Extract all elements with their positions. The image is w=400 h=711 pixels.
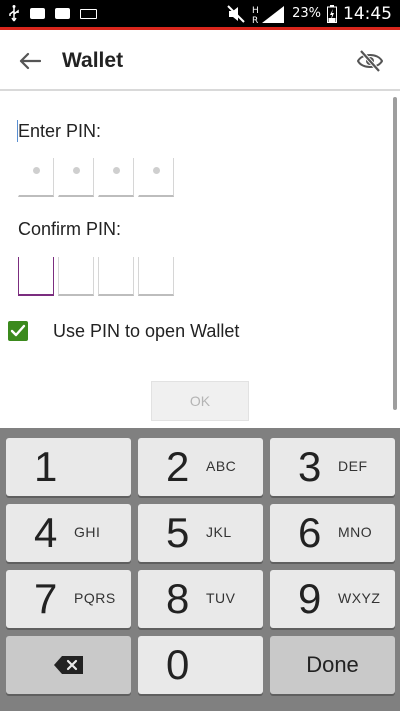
confirm-pin-label: Confirm PIN:: [18, 219, 122, 239]
pin-dot: [153, 167, 160, 174]
network-type-label: H: [252, 6, 259, 16]
back-button[interactable]: [14, 47, 46, 75]
usb-icon: [9, 5, 19, 22]
key-2[interactable]: 2 ABC: [138, 438, 263, 496]
roaming-label: R: [252, 16, 258, 24]
pin-digit-box[interactable]: [98, 257, 134, 296]
mute-icon: [227, 4, 245, 23]
checkmark-icon: [10, 324, 26, 337]
pin-dot: [73, 167, 80, 174]
key-letters: TUV: [206, 590, 236, 606]
key-letters: ABC: [206, 458, 237, 474]
pin-digit-box[interactable]: [18, 158, 54, 197]
battery-percent: 23%: [292, 6, 321, 21]
notification-icon: [30, 8, 45, 19]
use-pin-checkbox[interactable]: [8, 321, 28, 341]
pin-digit-box[interactable]: [58, 257, 94, 296]
done-key[interactable]: Done: [270, 636, 395, 694]
key-digit: 6: [298, 509, 322, 556]
pin-dot: [113, 167, 120, 174]
pin-digit-box[interactable]: [138, 257, 174, 296]
enter-pin-field[interactable]: [18, 158, 174, 197]
enter-pin-label: Enter PIN:: [18, 121, 102, 141]
key-digit: 3: [298, 443, 322, 490]
key-digit: 5: [166, 509, 190, 556]
key-digit: 9: [298, 575, 322, 622]
key-8[interactable]: 8 TUV: [138, 570, 263, 628]
pin-digit-box[interactable]: [138, 158, 174, 197]
battery-icon: [327, 4, 337, 23]
arrow-left-icon: [19, 52, 41, 70]
key-digit: 7: [34, 575, 58, 622]
notification-icon: [55, 8, 70, 19]
pin-dot: [33, 167, 40, 174]
signal-icon: H R: [252, 5, 285, 24]
confirm-pin-field[interactable]: [18, 257, 174, 296]
pin-digit-box[interactable]: [98, 158, 134, 197]
scrollbar[interactable]: [393, 97, 397, 410]
toggle-visibility-button[interactable]: [354, 46, 386, 76]
backspace-key[interactable]: [6, 636, 131, 694]
key-0[interactable]: 0: [138, 636, 263, 694]
key-4[interactable]: 4 GHI: [6, 504, 131, 562]
key-9[interactable]: 9 WXYZ: [270, 570, 395, 628]
done-label: Done: [306, 652, 359, 677]
clock: 14:45: [343, 3, 392, 24]
key-letters: WXYZ: [338, 590, 381, 606]
use-pin-checkbox-row[interactable]: Use PIN to open Wallet: [8, 319, 239, 343]
key-digit: 1: [34, 443, 58, 490]
pin-digit-box-active[interactable]: [18, 257, 54, 296]
key-digit: 8: [166, 575, 190, 622]
key-digit: 0: [166, 641, 190, 688]
key-7[interactable]: 7 PQRS: [6, 570, 131, 628]
backspace-icon: [6, 636, 131, 694]
status-bar: H R 23% 14:45: [0, 0, 400, 27]
app-bar: Wallet: [0, 30, 400, 91]
key-letters: GHI: [74, 524, 101, 540]
pin-digit-box[interactable]: [58, 158, 94, 197]
use-pin-checkbox-label: Use PIN to open Wallet: [53, 320, 240, 341]
key-letters: DEF: [338, 458, 368, 474]
key-3[interactable]: 3 DEF: [270, 438, 395, 496]
key-digit: 2: [166, 443, 190, 490]
eye-off-icon: [357, 50, 383, 72]
key-6[interactable]: 6 MNO: [270, 504, 395, 562]
page-title: Wallet: [62, 49, 124, 72]
numeric-keypad: 1 2 ABC 3 DEF 4 GHI 5 JKL 6 MNO 7 PQRS 8…: [0, 428, 400, 711]
key-1[interactable]: 1: [6, 438, 131, 496]
key-digit: 4: [34, 509, 58, 556]
key-5[interactable]: 5 JKL: [138, 504, 263, 562]
key-letters: JKL: [206, 524, 232, 540]
key-letters: PQRS: [74, 590, 116, 606]
key-letters: MNO: [338, 524, 373, 540]
ok-button[interactable]: OK: [151, 381, 249, 421]
keyboard-icon: [80, 8, 97, 19]
